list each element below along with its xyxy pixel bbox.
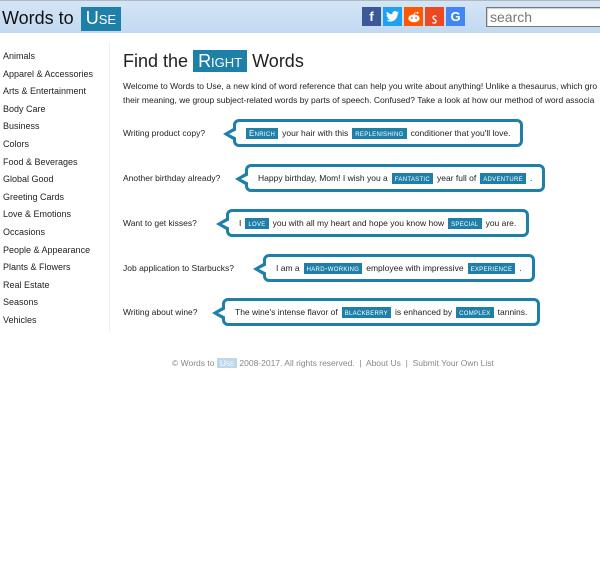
sentence-text: you are. — [485, 218, 517, 228]
sidebar-item-occasions[interactable]: Occasions — [3, 224, 93, 242]
copyright-suffix: 2008-2017. All rights reserved. — [239, 358, 355, 368]
highlighted-word[interactable]: adventure — [480, 172, 526, 184]
sentence-text: I am a — [276, 263, 300, 273]
about-us-link[interactable]: About Us — [366, 358, 401, 368]
sentence-text: employee with impressive — [366, 263, 464, 273]
highlighted-word[interactable]: complex — [456, 306, 494, 318]
example-row: Writing about wine? The wine's intense fl… — [123, 298, 593, 326]
sentence-text: The wine's intense flavor of — [235, 307, 338, 317]
sidebar-item-colors[interactable]: Colors — [3, 136, 93, 154]
category-sidebar: Animals Apparel & Accessories Arts & Ent… — [3, 48, 93, 330]
search-input[interactable] — [486, 7, 600, 27]
sidebar-item-love-emotions[interactable]: Love & Emotions — [3, 206, 93, 224]
sidebar-item-vehicles[interactable]: Vehicles — [3, 312, 93, 330]
sidebar-item-animals[interactable]: Animals — [3, 48, 93, 66]
example-question: Want to get kisses? — [123, 218, 197, 228]
example-question: Another birthday already? — [123, 173, 221, 183]
example-question: Job application to Starbucks? — [123, 263, 235, 273]
sidebar-item-real-estate[interactable]: Real Estate — [3, 277, 93, 295]
sidebar-item-greeting-cards[interactable]: Greeting Cards — [3, 189, 93, 207]
site-header: Words to Use f ꚃ G — [0, 0, 600, 33]
highlighted-word[interactable]: fantastic — [391, 172, 434, 184]
title-suffix: Words — [252, 51, 304, 71]
example-row: Want to get kisses? Ilove you with all my … — [123, 209, 593, 237]
example-question: Writing product copy? — [123, 128, 206, 138]
sidebar-item-plants-flowers[interactable]: Plants & Flowers — [3, 259, 93, 277]
sentence-text: . — [519, 263, 522, 273]
highlighted-word[interactable]: Enrich — [246, 127, 279, 139]
footer-separator: | — [405, 358, 408, 368]
sentence-text: Happy birthday, Mom! I wish you a — [258, 173, 388, 183]
copyright-prefix: © Words to — [172, 358, 215, 368]
sentence-text: . — [529, 173, 533, 183]
example-row: Another birthday already? Happy birthday,… — [123, 164, 593, 192]
sidebar-item-arts-entertainment[interactable]: Arts & Entertainment — [3, 83, 93, 101]
sentence-text: is enhanced by — [394, 307, 453, 317]
sidebar-item-business[interactable]: Business — [3, 118, 93, 136]
submit-list-link[interactable]: Submit Your Own List — [413, 358, 494, 368]
sidebar-item-seasons[interactable]: Seasons — [3, 294, 93, 312]
highlighted-word[interactable]: blackberry — [341, 306, 391, 318]
sentence-text: conditioner that you'll love. — [410, 128, 511, 138]
example-bubble: I am a hard-working employee with impressi… — [253, 254, 535, 282]
sidebar-item-body-care[interactable]: Body Care — [3, 101, 93, 119]
sidebar-item-people-appearance[interactable]: People & Appearance — [3, 242, 93, 260]
sentence-text: you with all my heart and hope you know … — [272, 218, 445, 228]
google-icon[interactable]: G — [446, 7, 465, 26]
sidebar-item-global-good[interactable]: Global Good — [3, 171, 93, 189]
intro-line-2: their meaning, we group subject-related … — [123, 95, 595, 105]
example-bubble: Enrich your hair with this replenishing con… — [222, 119, 524, 147]
sidebar-item-food-beverages[interactable]: Food & Beverages — [3, 154, 93, 172]
highlighted-word[interactable]: special — [448, 217, 482, 229]
sidebar-divider — [109, 42, 110, 332]
sidebar-item-apparel-accessories[interactable]: Apparel & Accessories — [3, 66, 93, 84]
title-prefix: Find the — [123, 51, 189, 71]
highlighted-word[interactable]: experience — [467, 262, 516, 274]
logo-text: Words to — [2, 8, 74, 28]
site-logo[interactable]: Words to Use — [2, 7, 122, 31]
intro-text: Welcome to Words to Use, a new kind of w… — [123, 79, 600, 107]
sentence-text: year full of — [437, 173, 477, 183]
stumbleupon-icon[interactable]: ꚃ — [425, 7, 444, 26]
footer: © Words to Use 2008-2017. All rights res… — [172, 358, 494, 368]
example-bubble: Ilove you with all my heart and hope you … — [215, 209, 530, 237]
title-highlight: Right — [193, 50, 248, 72]
highlighted-word[interactable]: hard-working — [303, 262, 363, 274]
sentence-text: I — [239, 218, 242, 228]
example-row: Job application to Starbucks? I am a hard-… — [123, 254, 593, 282]
example-row: Writing product copy? Enrich your hair wit… — [123, 119, 593, 147]
page-title: Find the Right Words — [123, 46, 600, 76]
copyright-highlight: Use — [216, 358, 238, 368]
logo-highlight: Use — [80, 7, 122, 31]
intro-line-1: Welcome to Words to Use, a new kind of w… — [123, 81, 598, 91]
sentence-text: your hair with this — [282, 128, 349, 138]
reddit-icon[interactable] — [404, 7, 423, 26]
highlighted-word[interactable]: love — [245, 217, 269, 229]
main-content: Find the Right Words Welcome to Words to… — [123, 46, 600, 107]
example-bubble: The wine's intense flavor of blackberry is… — [211, 298, 541, 326]
highlighted-word[interactable]: replenishing — [352, 127, 407, 139]
facebook-icon[interactable]: f — [362, 7, 381, 26]
social-share-bar: f ꚃ G — [362, 7, 465, 26]
example-bubble: Happy birthday, Mom! I wish you a fantast… — [234, 164, 546, 192]
sentence-text: tannins. — [497, 307, 528, 317]
twitter-icon[interactable] — [383, 7, 402, 26]
example-question: Writing about wine? — [123, 307, 198, 317]
footer-separator: | — [359, 358, 362, 368]
